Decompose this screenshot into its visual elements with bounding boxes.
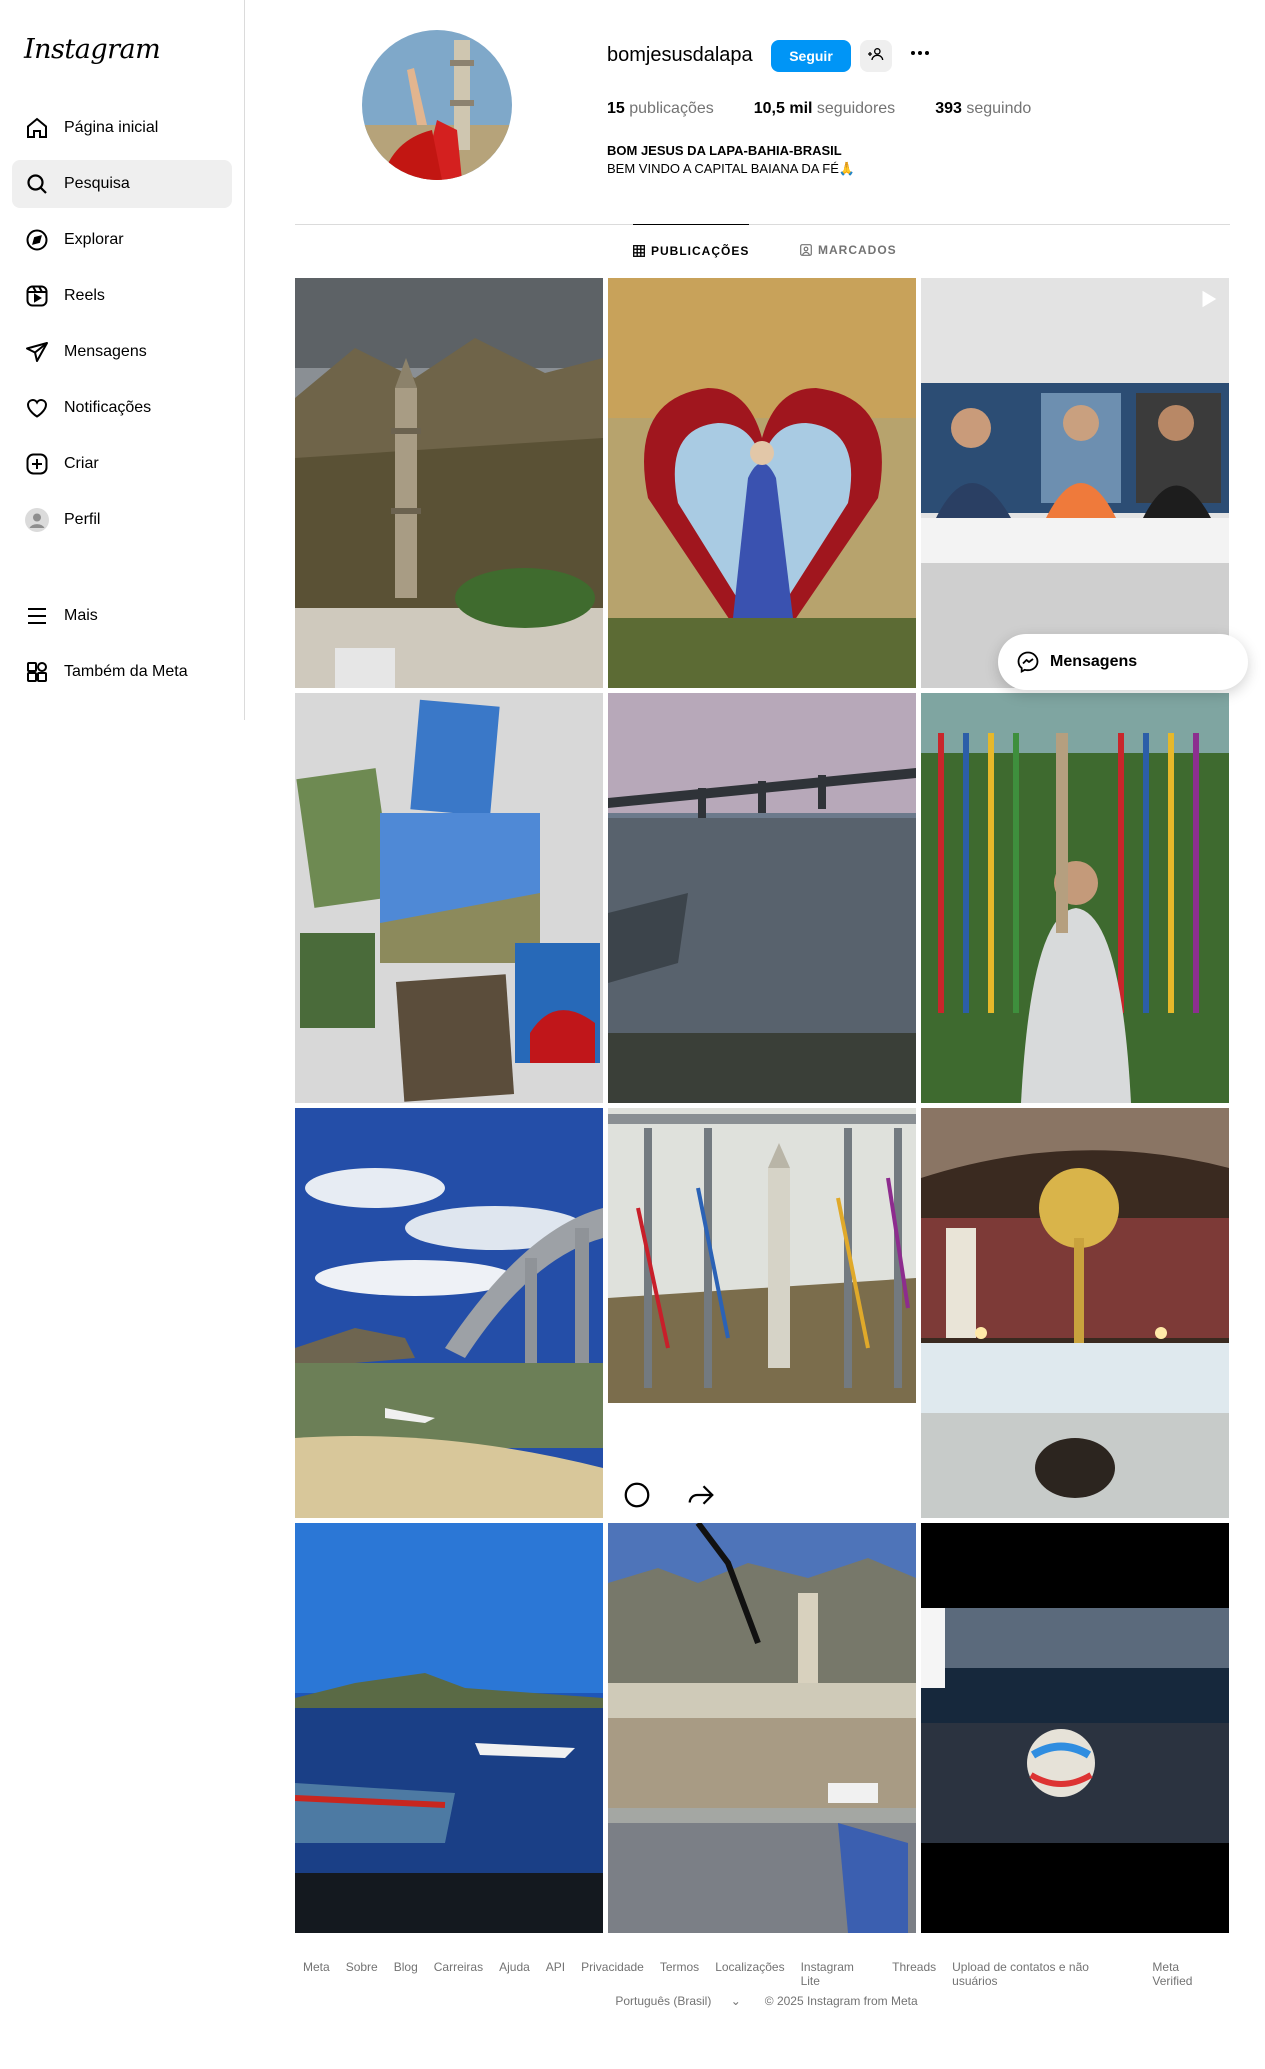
post-tile[interactable] [295,693,603,1103]
add-user-icon [868,46,884,67]
posts-count: 15 publicações [607,100,714,117]
profile-avatar[interactable] [362,30,512,180]
post-tile[interactable] [608,693,916,1103]
post-tile[interactable] [295,278,603,688]
followers-count[interactable]: 10,5 mil seguidores [754,100,895,118]
more-dots-icon [908,41,932,71]
footer-link[interactable]: Privacidade [581,1960,644,1988]
sidebar-item-label: Mensagens [64,343,147,360]
post-tile[interactable] [921,1523,1229,1933]
plus-square-icon [24,451,50,477]
messenger-icon [1016,650,1040,674]
profile-username: bomjesusdalapa [607,44,753,66]
messages-floating-button[interactable]: Mensagens [998,634,1248,690]
send-icon [24,339,50,365]
reels-icon [24,283,50,309]
sidebar-item-label: Também da Meta [64,663,188,680]
more-options-button[interactable] [905,40,935,72]
sidebar-item-label: Pesquisa [64,175,130,192]
footer-link[interactable]: Blog [394,1960,418,1988]
messages-floating-label: Mensagens [1050,653,1138,670]
post-tile[interactable] [608,1108,916,1518]
tab-tagged[interactable]: MARCADOS [800,224,897,276]
comment-icon [622,1480,652,1510]
menu-icon [24,603,50,629]
footer-link[interactable]: Upload de contatos e não usuários [952,1960,1136,1988]
footer-link[interactable]: Termos [660,1960,699,1988]
sidebar-item-profile[interactable]: Perfil [12,496,232,544]
sidebar-item-notifications[interactable]: Notificações [12,384,232,432]
reel-indicator-icon [1197,288,1219,310]
tagged-icon [800,244,812,256]
post-tile[interactable] [921,278,1229,688]
chevron-down-icon: ⌄ [730,1994,741,2008]
sidebar-item-more[interactable]: Mais [12,592,232,640]
profile-full-name: BOM JESUS DA LAPA-BAHIA-BRASIL [607,143,842,158]
post-tile[interactable] [921,693,1229,1103]
home-icon [24,115,50,141]
footer-link[interactable]: Instagram Lite [801,1960,877,1988]
bio-text: BEM VINDO A CAPITAL BAIANA DA FÉ🙏 [607,161,856,176]
sidebar-item-search[interactable]: Pesquisa [12,160,232,208]
sidebar-item-home[interactable]: Página inicial [12,104,232,152]
footer-bottom: Português (Brasil) ⌄ © 2025 Instagram fr… [295,1994,1230,2008]
footer-link[interactable]: Carreiras [434,1960,483,1988]
post-tile[interactable] [295,1108,603,1518]
suggested-users-button[interactable] [860,40,892,72]
sidebar-item-label: Criar [64,455,99,472]
sidebar-item-label: Perfil [64,511,101,528]
following-count[interactable]: 393 seguindo [935,100,1031,118]
sidebar-item-label: Reels [64,287,105,304]
footer-link[interactable]: Sobre [346,1960,378,1988]
profile-bio: BOM JESUS DA LAPA-BAHIA-BRASIL BEM VINDO… [607,142,855,178]
post-tile[interactable] [608,1523,916,1933]
share-icon [686,1480,716,1510]
sidebar-item-create[interactable]: Criar [12,440,232,488]
compass-icon [24,227,50,253]
footer-link[interactable]: Localizações [715,1960,784,1988]
sidebar-nav: Página inicial Pesquisa Explorar Reels M… [12,104,232,704]
sidebar: Instagram Página inicial Pesquisa Explor… [0,0,245,720]
grid-icon [633,244,645,257]
profile-stats: 15 publicações 10,5 mil seguidores 393 s… [607,100,1071,118]
sidebar-item-meta[interactable]: Também da Meta [12,648,232,696]
language-select[interactable]: Português (Brasil) ⌄ [607,1994,748,2008]
post-tile[interactable] [921,1108,1229,1518]
profile-avatar-icon [24,507,50,533]
post-tile[interactable] [608,278,916,688]
heart-icon [24,395,50,421]
sidebar-item-label: Página inicial [64,119,159,136]
sidebar-item-reels[interactable]: Reels [12,272,232,320]
sidebar-item-explore[interactable]: Explorar [12,216,232,264]
follow-button[interactable]: Seguir [771,40,851,72]
post-tile[interactable] [295,1523,603,1933]
meta-apps-icon [24,659,50,685]
footer-link[interactable]: Meta [303,1960,330,1988]
footer-link[interactable]: Threads [892,1960,936,1988]
search-icon [24,171,50,197]
instagram-logo[interactable]: Instagram [24,34,161,65]
footer-links: Meta Sobre Blog Carreiras Ajuda API Priv… [295,1960,1230,1988]
tabs-divider [295,224,1230,225]
sidebar-item-messages[interactable]: Mensagens [12,328,232,376]
sidebar-item-label: Notificações [64,399,152,416]
tab-posts[interactable]: PUBLICAÇÕES [633,224,750,276]
posts-grid [295,278,1229,1933]
footer-link[interactable]: API [546,1960,565,1988]
sidebar-item-label: Mais [64,607,98,624]
sidebar-item-label: Explorar [64,231,124,248]
footer-link[interactable]: Meta Verified [1152,1960,1222,1988]
copyright: © 2025 Instagram from Meta [764,1994,918,2008]
footer-link[interactable]: Ajuda [499,1960,530,1988]
